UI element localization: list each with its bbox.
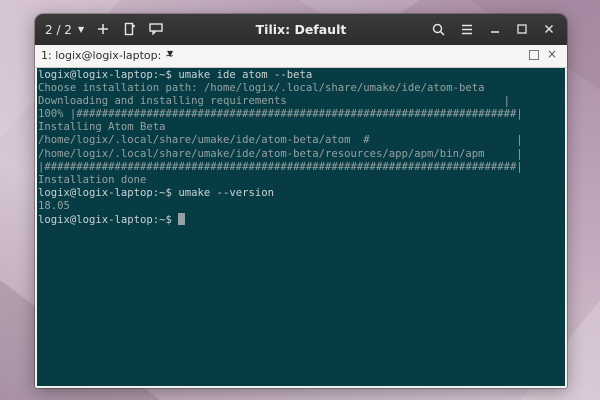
split-terminal-button[interactable] <box>121 20 139 38</box>
window-title: Tilix: Default <box>255 22 347 37</box>
session-switcher-button[interactable]: 2 / 2 ▼ <box>45 20 84 39</box>
header-bar: 2 / 2 ▼ Tilix: Default <box>35 14 567 45</box>
maximize-terminal-icon[interactable] <box>529 50 539 60</box>
terminal-line: Installation done <box>38 173 147 186</box>
terminal-window: 2 / 2 ▼ Tilix: Default 1: logix@logix-la… <box>35 14 567 388</box>
terminal-line: Choose installation path: /home/logix/.l… <box>38 82 485 95</box>
terminal-tab-label[interactable]: 1: logix@logix-laptop: ~ <box>41 49 174 62</box>
terminal-line: logix@logix-laptop:~$ umake ide atom --b… <box>38 69 313 81</box>
chevron-down-icon: ▼ <box>77 25 85 34</box>
close-icon <box>545 25 553 33</box>
terminal-prompt: logix@logix-laptop:~$ <box>38 214 179 227</box>
terminal-line: |#######################################… <box>38 160 523 173</box>
minimize-button[interactable] <box>486 20 504 38</box>
terminal-output[interactable]: logix@logix-laptop:~$ umake ide atom --b… <box>37 68 565 386</box>
terminal-line: 100% |##################################… <box>38 108 523 121</box>
terminal-title-bar: 1: logix@logix-laptop: ~ ▼ × <box>35 45 567 68</box>
search-icon <box>432 23 445 36</box>
text-cursor <box>178 213 186 226</box>
notification-icon <box>149 23 163 35</box>
menu-button[interactable] <box>458 20 476 38</box>
split-icon <box>124 22 135 36</box>
plus-icon <box>98 24 108 34</box>
maximize-icon <box>517 24 527 34</box>
add-terminal-button[interactable] <box>94 20 112 38</box>
notifications-button[interactable] <box>147 20 165 38</box>
terminal-line: /home/logix/.local/share/umake/ide/atom-… <box>38 147 523 160</box>
chevron-down-icon[interactable]: ▼ <box>167 49 173 58</box>
terminal-line: /home/logix/.local/share/umake/ide/atom-… <box>38 134 523 147</box>
close-button[interactable] <box>540 20 558 38</box>
minimize-icon <box>491 31 499 33</box>
search-button[interactable] <box>429 20 447 38</box>
terminal-line: Downloading and installing requirements … <box>38 95 510 108</box>
session-counter: 2 / 2 <box>45 22 72 37</box>
terminal-line: logix@logix-laptop:~$ umake --version <box>38 186 274 199</box>
maximize-button[interactable] <box>513 20 531 38</box>
terminal-line: 18.05 <box>38 199 70 212</box>
terminal-prompt-line: logix@logix-laptop:~$ <box>38 213 565 226</box>
terminal-line: Installing Atom Beta <box>38 121 166 134</box>
close-terminal-icon[interactable]: × <box>547 47 557 61</box>
hamburger-menu-icon <box>462 24 472 34</box>
